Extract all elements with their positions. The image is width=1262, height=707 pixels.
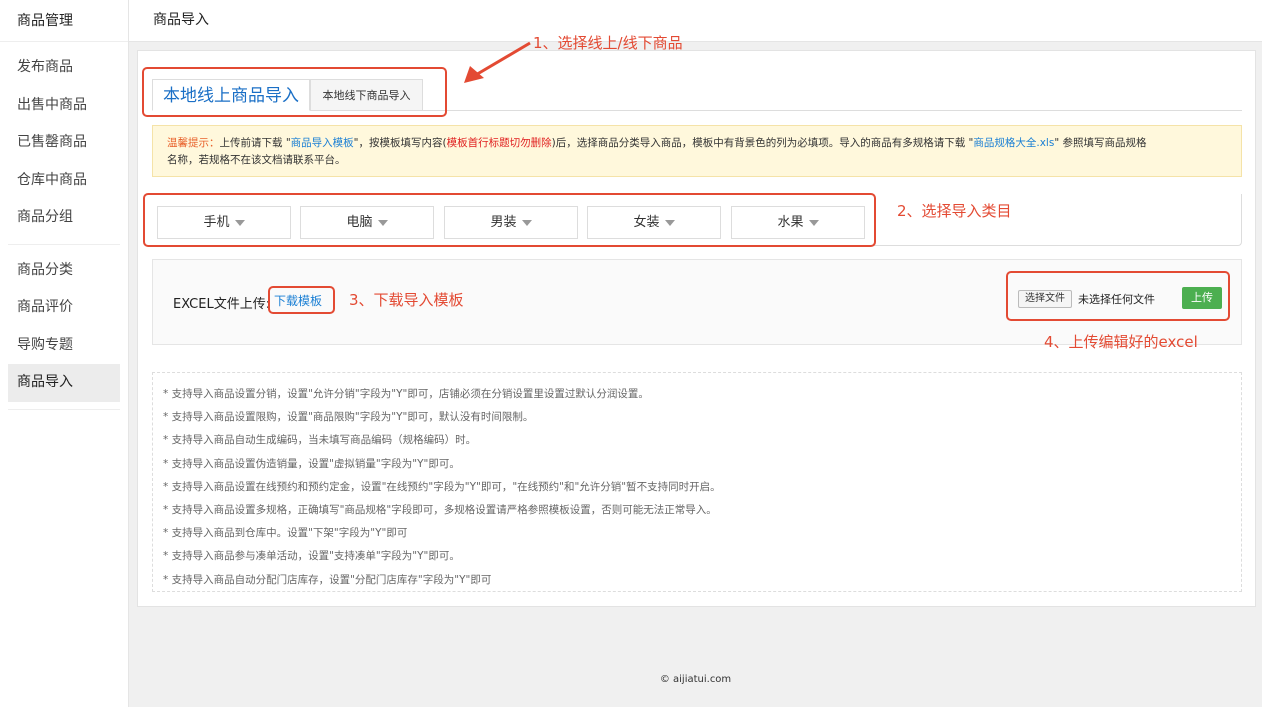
notice-text-2: "，按模板填写内容( <box>353 137 447 149</box>
notes-box: * 支持导入商品设置分销，设置"允许分销"字段为"Y"即可，店铺必须在分销设置里… <box>152 372 1242 592</box>
sidebar-group-1: 发布商品 出售中商品 已售罄商品 仓库中商品 商品分组 <box>8 42 120 245</box>
sidebar-item-reviews[interactable]: 商品评价 <box>8 289 120 327</box>
upload-label: EXCEL文件上传: <box>173 297 271 312</box>
sidebar-item-groups[interactable]: 商品分组 <box>8 199 120 237</box>
sidebar-item-topics[interactable]: 导购专题 <box>8 327 120 365</box>
annotation-step-2: 2、选择导入类目 <box>897 202 1012 220</box>
top-bar: 商品导入 <box>129 0 1262 42</box>
notice-warning: 模板首行标题切勿删除 <box>446 137 552 149</box>
footer-copyright: © aijiatui.com <box>659 674 732 685</box>
notice-box: 温馨提示：上传前请下载 "商品导入模板"，按模板填写内容(模板首行标题切勿删除)… <box>152 125 1242 177</box>
sidebar-group-2: 商品分类 商品评价 导购专题 商品导入 <box>8 245 120 410</box>
notice-text-5: 名称，若规格不在该文档请联系平台。 <box>167 154 346 166</box>
template-link[interactable]: 商品导入模板 <box>291 137 354 149</box>
note-line: * 支持导入商品自动分配门店库存，设置"分配门店库存"字段为"Y"即可 <box>163 573 492 586</box>
notice-prefix: 温馨提示： <box>167 137 220 149</box>
note-line: * 支持导入商品设置在线预约和预约定金，设置"在线预约"字段为"Y"即可，"在线… <box>163 480 721 493</box>
annotation-step-3: 3、下载导入模板 <box>349 291 464 309</box>
annotation-box-upload <box>1006 271 1230 321</box>
main-panel: 本地线上商品导入 本地线下商品导入 温馨提示：上传前请下载 "商品导入模板"，按… <box>137 50 1256 607</box>
sidebar: 商品管理 发布商品 出售中商品 已售罄商品 仓库中商品 商品分组 商品分类 商品… <box>0 0 129 707</box>
page-title: 商品导入 <box>153 12 209 28</box>
annotation-box-tabs <box>142 67 447 117</box>
notice-text-1: 上传前请下载 " <box>219 137 291 149</box>
note-line: * 支持导入商品设置伪造销量，设置"虚拟销量"字段为"Y"即可。 <box>163 457 460 470</box>
note-line: * 支持导入商品参与凑单活动，设置"支持凑单"字段为"Y"即可。 <box>163 550 460 563</box>
annotation-step-1: 1、选择线上/线下商品 <box>533 34 683 52</box>
note-line: * 支持导入商品到仓库中。设置"下架"字段为"Y"即可 <box>163 527 408 540</box>
note-line: * 支持导入商品自动生成编码，当未填写商品编码（规格编码）时。 <box>163 434 477 447</box>
annotation-box-download <box>268 286 335 314</box>
sidebar-title: 商品管理 <box>0 0 128 42</box>
annotation-box-categories <box>143 193 876 247</box>
annotation-step-4: 4、上传编辑好的excel <box>1044 333 1198 351</box>
sidebar-item-sold-out[interactable]: 已售罄商品 <box>8 124 120 162</box>
note-line: * 支持导入商品设置限购，设置"商品限购"字段为"Y"即可，默认没有时间限制。 <box>163 411 534 424</box>
sidebar-item-warehouse[interactable]: 仓库中商品 <box>8 162 120 200</box>
note-line: * 支持导入商品设置多规格，正确填写"商品规格"字段即可，多规格设置请严格参照模… <box>163 504 717 517</box>
sidebar-item-import[interactable]: 商品导入 <box>8 364 120 402</box>
note-line: * 支持导入商品设置分销，设置"允许分销"字段为"Y"即可，店铺必须在分销设置里… <box>163 388 649 400</box>
sidebar-item-on-sale[interactable]: 出售中商品 <box>8 87 120 125</box>
annotation-arrow-icon <box>464 41 531 83</box>
spec-file-link[interactable]: 商品规格大全.xls <box>973 137 1054 149</box>
sidebar-item-publish[interactable]: 发布商品 <box>8 49 120 87</box>
notice-text-4: " 参照填写商品规格 <box>1054 137 1147 149</box>
notice-text-3: )后，选择商品分类导入商品，模板中有背景色的列为必填项。导入的商品有多规格请下载… <box>551 137 974 149</box>
sidebar-item-categories[interactable]: 商品分类 <box>8 252 120 290</box>
